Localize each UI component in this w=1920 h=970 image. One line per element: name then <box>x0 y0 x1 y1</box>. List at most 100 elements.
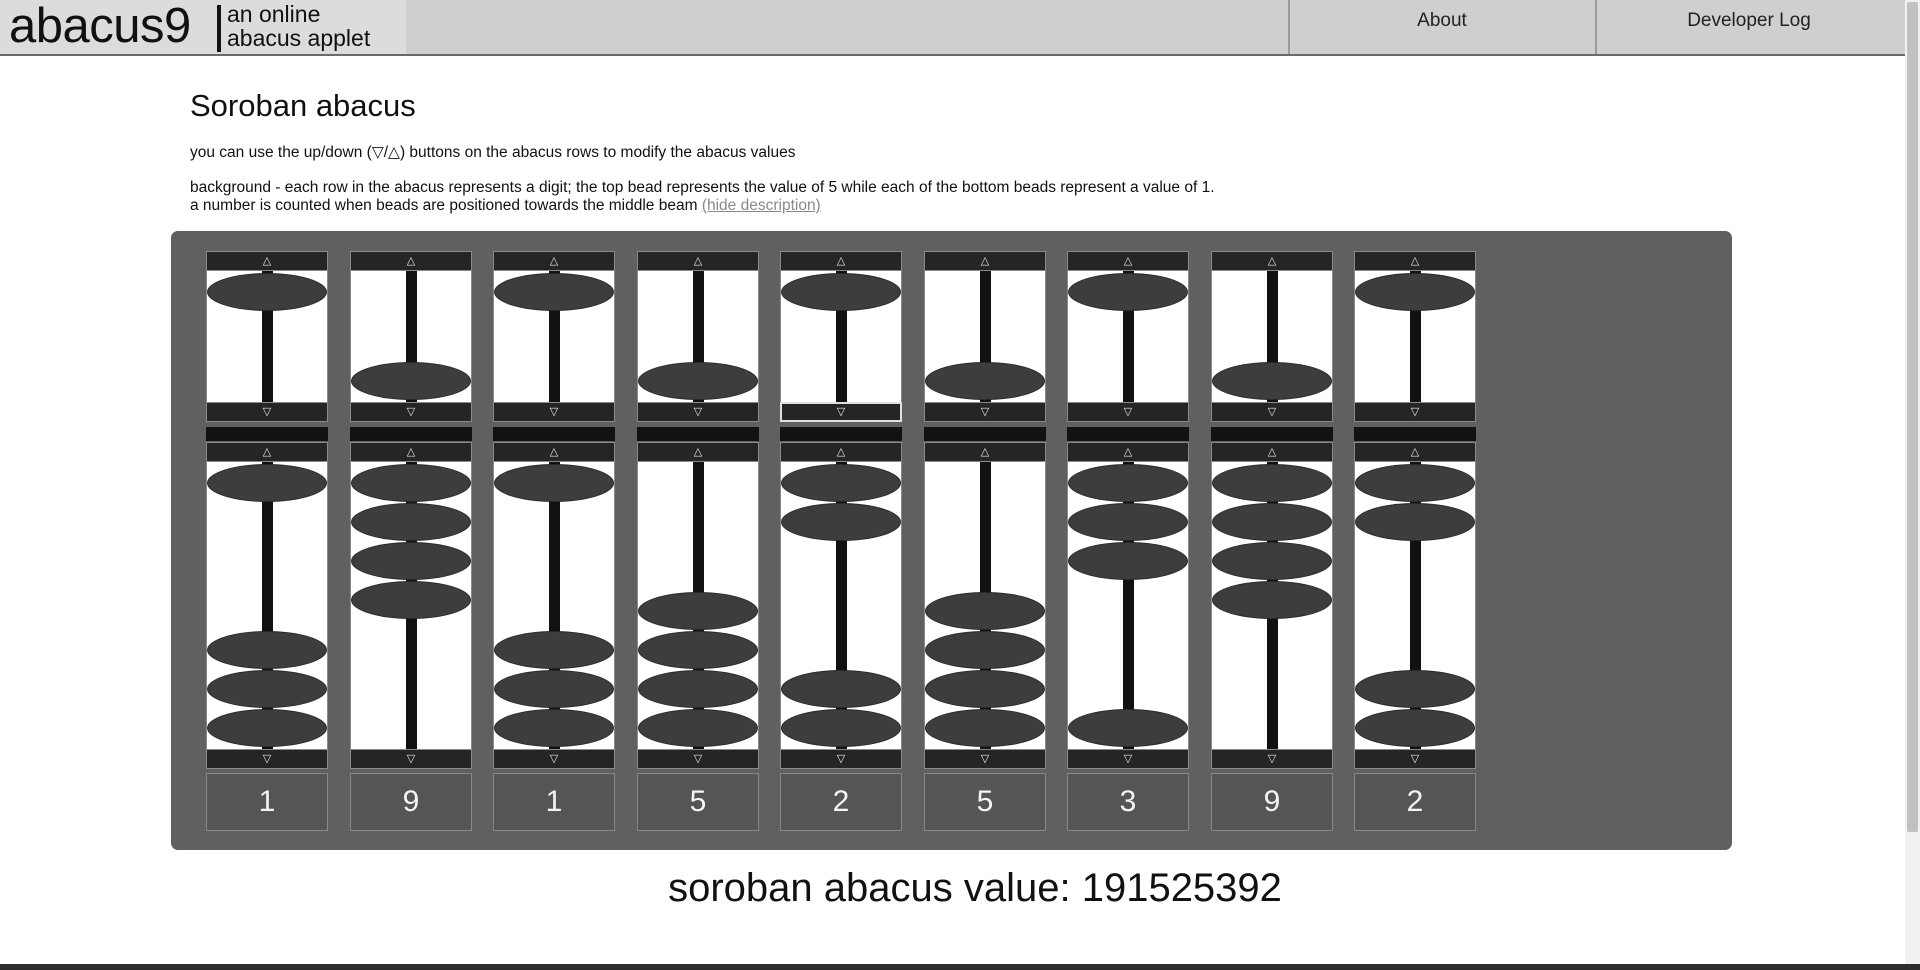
upper-up-button[interactable]: △ <box>637 251 759 271</box>
one-bead[interactable] <box>207 464 327 502</box>
upper-up-button[interactable]: △ <box>206 251 328 271</box>
lower-deck <box>206 462 328 749</box>
logo-divider <box>217 5 221 52</box>
hide-description-link[interactable]: (hide description) <box>702 197 821 214</box>
background-description: background - each row in the abacus repr… <box>190 179 1215 215</box>
lower-up-button[interactable]: △ <box>780 442 902 462</box>
one-bead[interactable] <box>1068 464 1188 502</box>
upper-up-button[interactable]: △ <box>350 251 472 271</box>
five-bead[interactable] <box>638 362 758 400</box>
one-bead[interactable] <box>1355 503 1475 541</box>
lower-up-button[interactable]: △ <box>924 442 1046 462</box>
upper-deck <box>1354 271 1476 402</box>
one-bead[interactable] <box>638 592 758 630</box>
lower-down-button[interactable]: ▽ <box>1354 749 1476 769</box>
lower-up-button[interactable]: △ <box>1067 442 1189 462</box>
app-logo[interactable]: abacus9 <box>9 0 191 54</box>
lower-down-button[interactable]: ▽ <box>206 749 328 769</box>
five-bead[interactable] <box>1068 273 1188 311</box>
one-bead[interactable] <box>207 631 327 669</box>
lower-up-button[interactable]: △ <box>637 442 759 462</box>
one-bead[interactable] <box>925 709 1045 747</box>
upper-down-button[interactable]: ▽ <box>637 402 759 422</box>
upper-up-button[interactable]: △ <box>924 251 1046 271</box>
one-bead[interactable] <box>351 464 471 502</box>
five-bead[interactable] <box>1212 362 1332 400</box>
digit-display: 5 <box>924 773 1046 831</box>
one-bead[interactable] <box>494 709 614 747</box>
lower-deck <box>1067 462 1189 749</box>
scrollbar-thumb[interactable] <box>1907 2 1918 832</box>
lower-deck <box>1354 462 1476 749</box>
one-bead[interactable] <box>207 670 327 708</box>
one-bead[interactable] <box>1068 503 1188 541</box>
one-bead[interactable] <box>638 631 758 669</box>
one-bead[interactable] <box>925 631 1045 669</box>
upper-up-button[interactable]: △ <box>780 251 902 271</box>
one-bead[interactable] <box>925 592 1045 630</box>
five-bead[interactable] <box>925 362 1045 400</box>
one-bead[interactable] <box>1068 709 1188 747</box>
one-bead[interactable] <box>1212 503 1332 541</box>
lower-down-button[interactable]: ▽ <box>637 749 759 769</box>
background-line-1: background - each row in the abacus repr… <box>190 179 1215 196</box>
one-bead[interactable] <box>781 503 901 541</box>
middle-beam <box>206 427 328 441</box>
upper-up-button[interactable]: △ <box>1354 251 1476 271</box>
five-bead[interactable] <box>494 273 614 311</box>
one-bead[interactable] <box>781 464 901 502</box>
one-bead[interactable] <box>1212 542 1332 580</box>
upper-deck <box>206 271 328 402</box>
lower-up-button[interactable]: △ <box>206 442 328 462</box>
one-bead[interactable] <box>781 709 901 747</box>
upper-up-button[interactable]: △ <box>1067 251 1189 271</box>
upper-down-button[interactable]: ▽ <box>1067 402 1189 422</box>
one-bead[interactable] <box>1355 670 1475 708</box>
one-bead[interactable] <box>494 631 614 669</box>
developer-log-nav-button[interactable]: Developer Log <box>1595 0 1901 54</box>
lower-up-button[interactable]: △ <box>1211 442 1333 462</box>
upper-down-button[interactable]: ▽ <box>493 402 615 422</box>
lower-down-button[interactable]: ▽ <box>1211 749 1333 769</box>
lower-deck <box>780 462 902 749</box>
one-bead[interactable] <box>351 581 471 619</box>
one-bead[interactable] <box>494 670 614 708</box>
one-bead[interactable] <box>1212 464 1332 502</box>
lower-down-button[interactable]: ▽ <box>493 749 615 769</box>
five-bead[interactable] <box>207 273 327 311</box>
lower-up-button[interactable]: △ <box>493 442 615 462</box>
one-bead[interactable] <box>494 464 614 502</box>
one-bead[interactable] <box>207 709 327 747</box>
lower-up-button[interactable]: △ <box>1354 442 1476 462</box>
upper-down-button[interactable]: ▽ <box>780 402 902 422</box>
one-bead[interactable] <box>781 670 901 708</box>
upper-down-button[interactable]: ▽ <box>1211 402 1333 422</box>
lower-down-button[interactable]: ▽ <box>350 749 472 769</box>
upper-down-button[interactable]: ▽ <box>206 402 328 422</box>
digit-display: 9 <box>1211 773 1333 831</box>
one-bead[interactable] <box>1212 581 1332 619</box>
upper-up-button[interactable]: △ <box>493 251 615 271</box>
one-bead[interactable] <box>638 709 758 747</box>
one-bead[interactable] <box>925 670 1045 708</box>
lower-down-button[interactable]: ▽ <box>924 749 1046 769</box>
middle-beam <box>1211 427 1333 441</box>
lower-up-button[interactable]: △ <box>350 442 472 462</box>
five-bead[interactable] <box>781 273 901 311</box>
about-nav-button[interactable]: About <box>1288 0 1594 54</box>
one-bead[interactable] <box>1068 542 1188 580</box>
upper-up-button[interactable]: △ <box>1211 251 1333 271</box>
one-bead[interactable] <box>351 542 471 580</box>
five-bead[interactable] <box>351 362 471 400</box>
one-bead[interactable] <box>1355 709 1475 747</box>
upper-down-button[interactable]: ▽ <box>1354 402 1476 422</box>
lower-deck <box>350 462 472 749</box>
lower-down-button[interactable]: ▽ <box>780 749 902 769</box>
five-bead[interactable] <box>1355 273 1475 311</box>
one-bead[interactable] <box>1355 464 1475 502</box>
upper-down-button[interactable]: ▽ <box>924 402 1046 422</box>
lower-down-button[interactable]: ▽ <box>1067 749 1189 769</box>
one-bead[interactable] <box>638 670 758 708</box>
one-bead[interactable] <box>351 503 471 541</box>
upper-down-button[interactable]: ▽ <box>350 402 472 422</box>
